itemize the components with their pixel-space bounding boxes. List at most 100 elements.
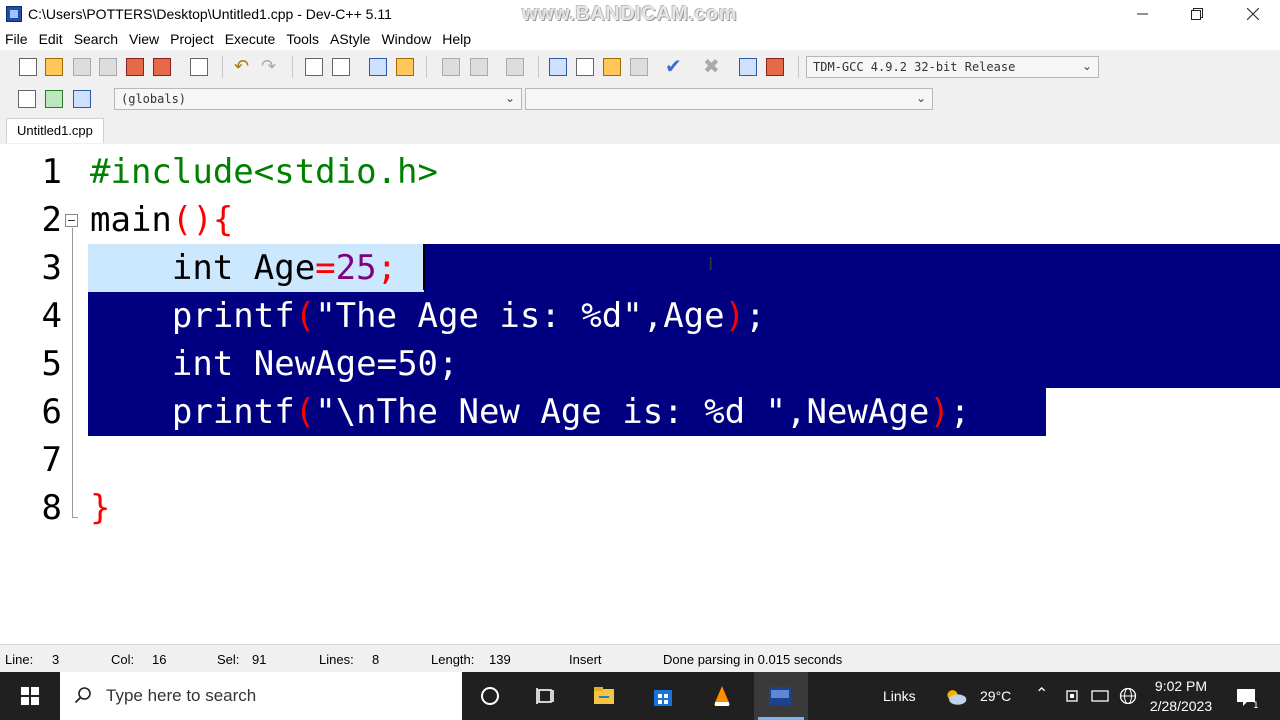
check-syntax-icon[interactable]: ✔ (665, 54, 682, 79)
status-col-label: Col: (111, 652, 135, 667)
toolbar-separator (292, 56, 293, 78)
menu-edit[interactable]: Edit (34, 31, 69, 47)
code-line-6: printf("\nThe New Age is: %d ",NewAge); (90, 392, 971, 432)
chevron-up-icon[interactable]: ⌃ (1035, 684, 1048, 704)
status-sel-value: 91 (252, 652, 267, 667)
scope-select[interactable]: (globals) ⌄ (114, 88, 522, 110)
language-globe-icon[interactable] (1119, 687, 1137, 705)
menu-window[interactable]: Window (376, 31, 437, 47)
text-caret (423, 244, 425, 290)
menu-execute[interactable]: Execute (220, 31, 282, 47)
compiler-select-value: TDM-GCC 4.9.2 32-bit Release (813, 60, 1016, 74)
profile-icon[interactable] (739, 58, 757, 76)
status-mode: Insert (569, 652, 602, 667)
close-icon (1247, 8, 1259, 20)
menu-search[interactable]: Search (69, 31, 124, 47)
line-number: 7 (41, 440, 62, 480)
redo-icon[interactable]: ↷ (261, 56, 276, 77)
menu-help[interactable]: Help (437, 31, 477, 47)
status-sel-label: Sel: (217, 652, 240, 667)
menu-file[interactable]: File (0, 31, 34, 47)
code-line-1: #include<stdio.h> (90, 152, 438, 192)
insert-code-icon[interactable] (73, 90, 91, 108)
bookmark-icon[interactable] (506, 58, 524, 76)
selection-highlight (424, 244, 1280, 292)
fold-toggle-icon[interactable] (65, 214, 78, 227)
open-file-icon[interactable] (45, 58, 63, 76)
fold-guide (72, 228, 73, 518)
status-length-label: Length: (431, 652, 475, 667)
start-button[interactable] (0, 672, 60, 720)
save-icon[interactable] (73, 58, 91, 76)
code-line-5: int NewAge=50; (90, 344, 459, 384)
links-toolbar[interactable]: Links (883, 688, 916, 704)
goto-declaration-icon[interactable] (18, 90, 36, 108)
network-icon[interactable] (1091, 688, 1109, 704)
forward-icon[interactable] (470, 58, 488, 76)
notification-center-icon[interactable]: 17 (1234, 685, 1258, 709)
chevron-down-icon: ⌄ (1081, 59, 1092, 73)
window-title: C:\Users\POTTERS\Desktop\Untitled1.cpp -… (28, 6, 392, 22)
weather-temperature: 29°C (980, 688, 1012, 704)
close-button[interactable] (1226, 0, 1280, 28)
task-view-icon[interactable] (534, 684, 558, 708)
code-editor[interactable]: 1 2 3 4 5 6 7 8 #include<stdio.h> main()… (0, 144, 1280, 644)
tab-untitled1[interactable]: Untitled1.cpp (6, 118, 104, 143)
status-col-value: 16 (152, 652, 167, 667)
toolbar-separator (538, 56, 539, 78)
search-placeholder: Type here to search (106, 686, 257, 705)
toolbar-separator (222, 56, 223, 78)
close-all-icon[interactable] (153, 58, 171, 76)
line-number: 3 (41, 248, 62, 288)
indent-icon[interactable] (369, 58, 387, 76)
replace-icon[interactable] (332, 58, 350, 76)
scope-select-value: (globals) (121, 92, 187, 106)
line-number: 8 (41, 488, 62, 528)
file-explorer-icon[interactable] (592, 684, 616, 708)
code-line-4: printf("The Age is: %d",Age); (90, 296, 766, 336)
cortana-icon[interactable] (478, 684, 502, 708)
taskbar: Type here to search Links 29°C ⌃ 9:02 PM… (0, 672, 1280, 720)
save-all-icon[interactable] (99, 58, 117, 76)
delete-profile-icon[interactable] (766, 58, 784, 76)
status-line-value: 3 (52, 652, 60, 667)
rebuild-icon[interactable] (630, 58, 648, 76)
title-bar: C:\Users\POTTERS\Desktop\Untitled1.cpp -… (0, 0, 1280, 28)
menu-astyle[interactable]: AStyle (325, 31, 376, 47)
microsoft-store-icon[interactable] (651, 684, 675, 708)
unindent-icon[interactable] (396, 58, 414, 76)
clock-time[interactable]: 9:02 PM (1144, 678, 1218, 694)
chevron-down-icon: ⌄ (915, 91, 926, 105)
stop-execution-icon[interactable]: ✖ (703, 54, 720, 79)
menu-tools[interactable]: Tools (281, 31, 325, 47)
status-message: Done parsing in 0.015 seconds (663, 652, 843, 667)
find-icon[interactable] (305, 58, 323, 76)
menu-project[interactable]: Project (165, 31, 220, 47)
toolbar-separator (426, 56, 427, 78)
restore-button[interactable] (1170, 0, 1224, 28)
line-number: 5 (41, 344, 62, 384)
back-icon[interactable] (442, 58, 460, 76)
new-file-icon[interactable] (19, 58, 37, 76)
compiler-select[interactable]: TDM-GCC 4.9.2 32-bit Release ⌄ (806, 56, 1099, 78)
goto-definition-icon[interactable] (45, 90, 63, 108)
compile-icon[interactable] (549, 58, 567, 76)
close-file-icon[interactable] (126, 58, 144, 76)
undo-icon[interactable]: ↶ (234, 56, 249, 77)
main-toolbar: ↶ ↷ ✔ ✖ TDM-GCC 4.9.2 32-bit Release ⌄ (0, 50, 1280, 84)
chevron-down-icon: ⌄ (504, 91, 515, 105)
minimize-button[interactable] (1116, 0, 1170, 28)
clock-date[interactable]: 2/28/2023 (1144, 698, 1218, 714)
compile-run-icon[interactable] (603, 58, 621, 76)
recording-watermark: www.BANDICAM.com (522, 3, 738, 25)
print-icon[interactable] (190, 58, 208, 76)
function-select[interactable]: ⌄ (525, 88, 933, 110)
run-icon[interactable] (576, 58, 594, 76)
menu-view[interactable]: View (124, 31, 165, 47)
line-number: 2 (41, 200, 62, 240)
weather-icon[interactable] (944, 685, 968, 709)
usb-device-icon[interactable] (1064, 688, 1080, 704)
svg-text:17: 17 (1253, 701, 1258, 709)
status-line-label: Line: (5, 652, 34, 667)
vlc-icon[interactable] (710, 684, 734, 708)
